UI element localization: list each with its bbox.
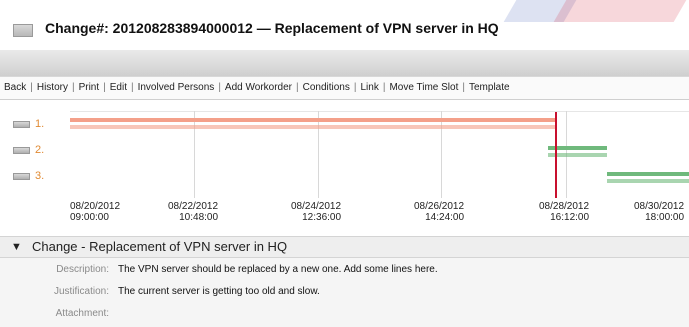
- decorative-stripe: [553, 0, 687, 22]
- menu-back[interactable]: Back: [4, 82, 26, 93]
- gantt-bar-3-secondary: [607, 179, 689, 183]
- row-icon: [13, 120, 30, 128]
- field-value: The current server is getting too old an…: [118, 286, 320, 297]
- gantt-row-label-1[interactable]: 1.: [13, 118, 44, 130]
- menu-add-workorder[interactable]: Add Workorder: [225, 82, 292, 93]
- change-section-header[interactable]: ▼ Change - Replacement of VPN server in …: [0, 236, 689, 258]
- field-description: Description: The VPN server should be re…: [0, 260, 689, 280]
- field-attachment: Attachment:: [0, 304, 689, 324]
- field-justification: Justification: The current server is get…: [0, 282, 689, 302]
- menu-conditions[interactable]: Conditions: [303, 82, 350, 93]
- gantt-row-label-2[interactable]: 2.: [13, 144, 44, 156]
- tick-label: 08/22/2012 10:48:00: [168, 201, 219, 223]
- field-value: The VPN server should be replaced by a n…: [118, 264, 438, 275]
- gantt-bar-1-secondary: [70, 125, 556, 129]
- gantt-bar-1[interactable]: [70, 118, 556, 122]
- menu-involved-persons[interactable]: Involved Persons: [138, 82, 215, 93]
- menu-history[interactable]: History: [37, 82, 68, 93]
- action-menu: Back | History | Print | Edit | Involved Persons…: [0, 76, 689, 100]
- section-title: Change - Replacement of VPN server in HQ: [32, 239, 288, 254]
- field-label: Description:: [56, 264, 109, 275]
- field-label: Attachment:: [55, 308, 109, 319]
- gantt-row-label-3[interactable]: 3.: [13, 170, 44, 182]
- title-row: Change#: 201208283894000012 — Replacemen…: [0, 0, 689, 46]
- row-icon: [13, 172, 30, 180]
- current-time-marker: [555, 112, 557, 198]
- gantt-chart: 1. 2. 3. 08/20/2012 09:00:00 08/22/2012 …: [0, 111, 689, 234]
- tick-label: 08/20/2012 09:00:00: [70, 201, 121, 223]
- change-details: Description: The VPN server should be re…: [0, 258, 689, 327]
- tick-label: 08/28/2012 16:12:00: [539, 201, 590, 223]
- change-icon: [13, 24, 33, 37]
- menu-edit[interactable]: Edit: [110, 82, 127, 93]
- tick-label: 08/30/2012 18:00:00: [634, 201, 685, 223]
- menu-link[interactable]: Link: [360, 82, 378, 93]
- tick-label: 08/26/2012 14:24:00: [414, 201, 465, 223]
- toolbar-band: [0, 50, 689, 76]
- field-label: Justification:: [53, 286, 109, 297]
- page-title: Change#: 201208283894000012 — Replacemen…: [45, 20, 499, 36]
- gantt-bar-3[interactable]: [607, 172, 689, 176]
- row-icon: [13, 146, 30, 154]
- tick-label: 08/24/2012 12:36:00: [291, 201, 342, 223]
- menu-move-time-slot[interactable]: Move Time Slot: [389, 82, 458, 93]
- menu-print[interactable]: Print: [79, 82, 100, 93]
- collapse-triangle-icon[interactable]: ▼: [11, 237, 22, 257]
- menu-template[interactable]: Template: [469, 82, 510, 93]
